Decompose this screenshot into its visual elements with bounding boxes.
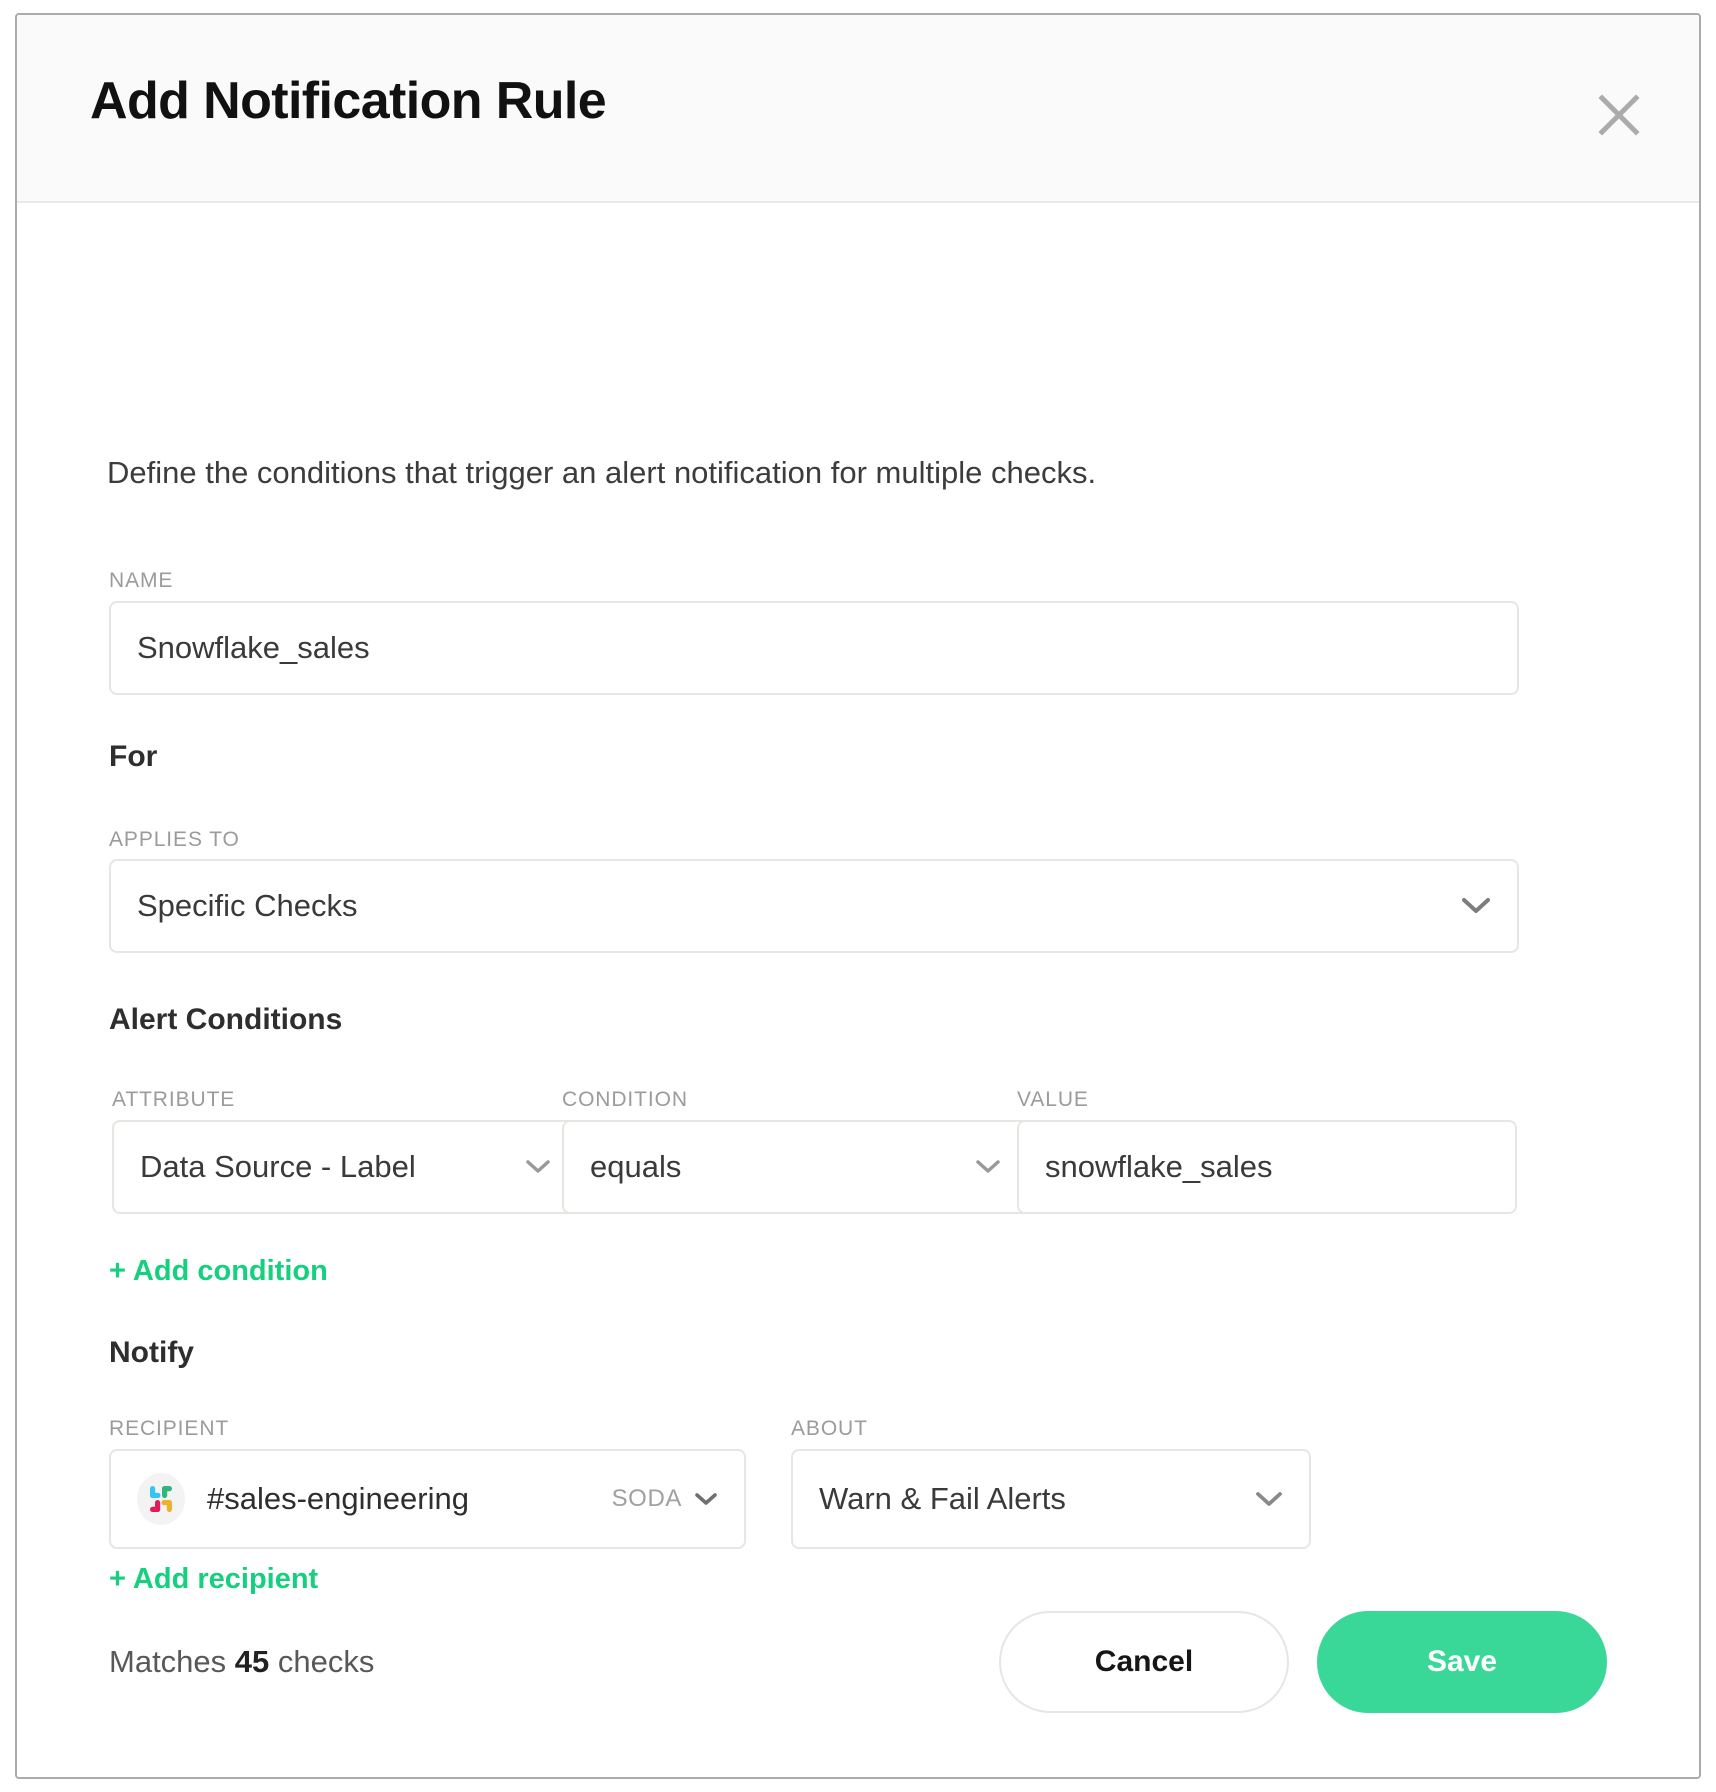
- matches-prefix: Matches: [109, 1644, 235, 1679]
- chevron-down-icon: [694, 1492, 718, 1507]
- applies-to-label: APPLIES TO: [109, 828, 240, 851]
- alert-conditions-heading: Alert Conditions: [109, 1003, 343, 1036]
- cancel-button[interactable]: Cancel: [999, 1611, 1289, 1713]
- matches-summary: Matches 45 checks: [109, 1644, 374, 1680]
- modal-description: Define the conditions that trigger an al…: [107, 455, 1097, 490]
- notify-section-heading: Notify: [109, 1336, 194, 1369]
- attribute-label: ATTRIBUTE: [112, 1088, 236, 1111]
- chevron-down-icon: [525, 1159, 551, 1175]
- condition-label: CONDITION: [562, 1088, 688, 1111]
- condition-select[interactable]: equals: [562, 1120, 1029, 1214]
- slack-icon: [137, 1473, 185, 1525]
- add-condition-button[interactable]: + Add condition: [109, 1255, 328, 1288]
- attribute-select[interactable]: Data Source - Label: [112, 1120, 579, 1214]
- matches-count: 45: [234, 1644, 270, 1679]
- value-input-value: snowflake_sales: [1045, 1149, 1273, 1184]
- name-field-label: NAME: [109, 569, 174, 592]
- name-input[interactable]: Snowflake_sales: [109, 601, 1519, 695]
- recipient-value: #sales-engineering: [207, 1481, 469, 1516]
- save-button[interactable]: Save: [1317, 1611, 1607, 1713]
- modal-footer: Matches 45 checks Cancel Save: [17, 1547, 1699, 1777]
- chevron-down-icon: [1461, 897, 1491, 915]
- attribute-value: Data Source - Label: [140, 1149, 416, 1184]
- about-select[interactable]: Warn & Fail Alerts: [791, 1449, 1311, 1549]
- about-value: Warn & Fail Alerts: [819, 1481, 1066, 1516]
- recipient-select[interactable]: #sales-engineering SODA: [109, 1449, 746, 1549]
- chevron-down-icon: [975, 1159, 1001, 1175]
- name-input-value: Snowflake_sales: [137, 630, 370, 665]
- chevron-down-icon: [1255, 1491, 1283, 1508]
- about-label: ABOUT: [791, 1417, 868, 1440]
- workspace-label: SODA: [611, 1485, 682, 1512]
- value-label: VALUE: [1017, 1088, 1089, 1111]
- page-title: Add Notification Rule: [90, 72, 607, 130]
- applies-to-value: Specific Checks: [137, 888, 358, 923]
- screenshot-root: Add Notification Rule Define the conditi…: [0, 0, 1716, 1792]
- for-section-heading: For: [109, 740, 158, 773]
- modal-body: Define the conditions that trigger an al…: [17, 203, 1699, 1777]
- value-input[interactable]: snowflake_sales: [1017, 1120, 1517, 1214]
- workspace-badge[interactable]: SODA: [612, 1485, 718, 1513]
- close-icon: [1596, 92, 1642, 138]
- recipient-label: RECIPIENT: [109, 1417, 230, 1440]
- modal-header: Add Notification Rule: [17, 15, 1699, 203]
- add-notification-rule-modal: Add Notification Rule Define the conditi…: [15, 13, 1701, 1779]
- close-button[interactable]: [1591, 87, 1647, 143]
- applies-to-select[interactable]: Specific Checks: [109, 859, 1519, 953]
- matches-suffix: checks: [269, 1644, 375, 1679]
- condition-value: equals: [590, 1149, 682, 1184]
